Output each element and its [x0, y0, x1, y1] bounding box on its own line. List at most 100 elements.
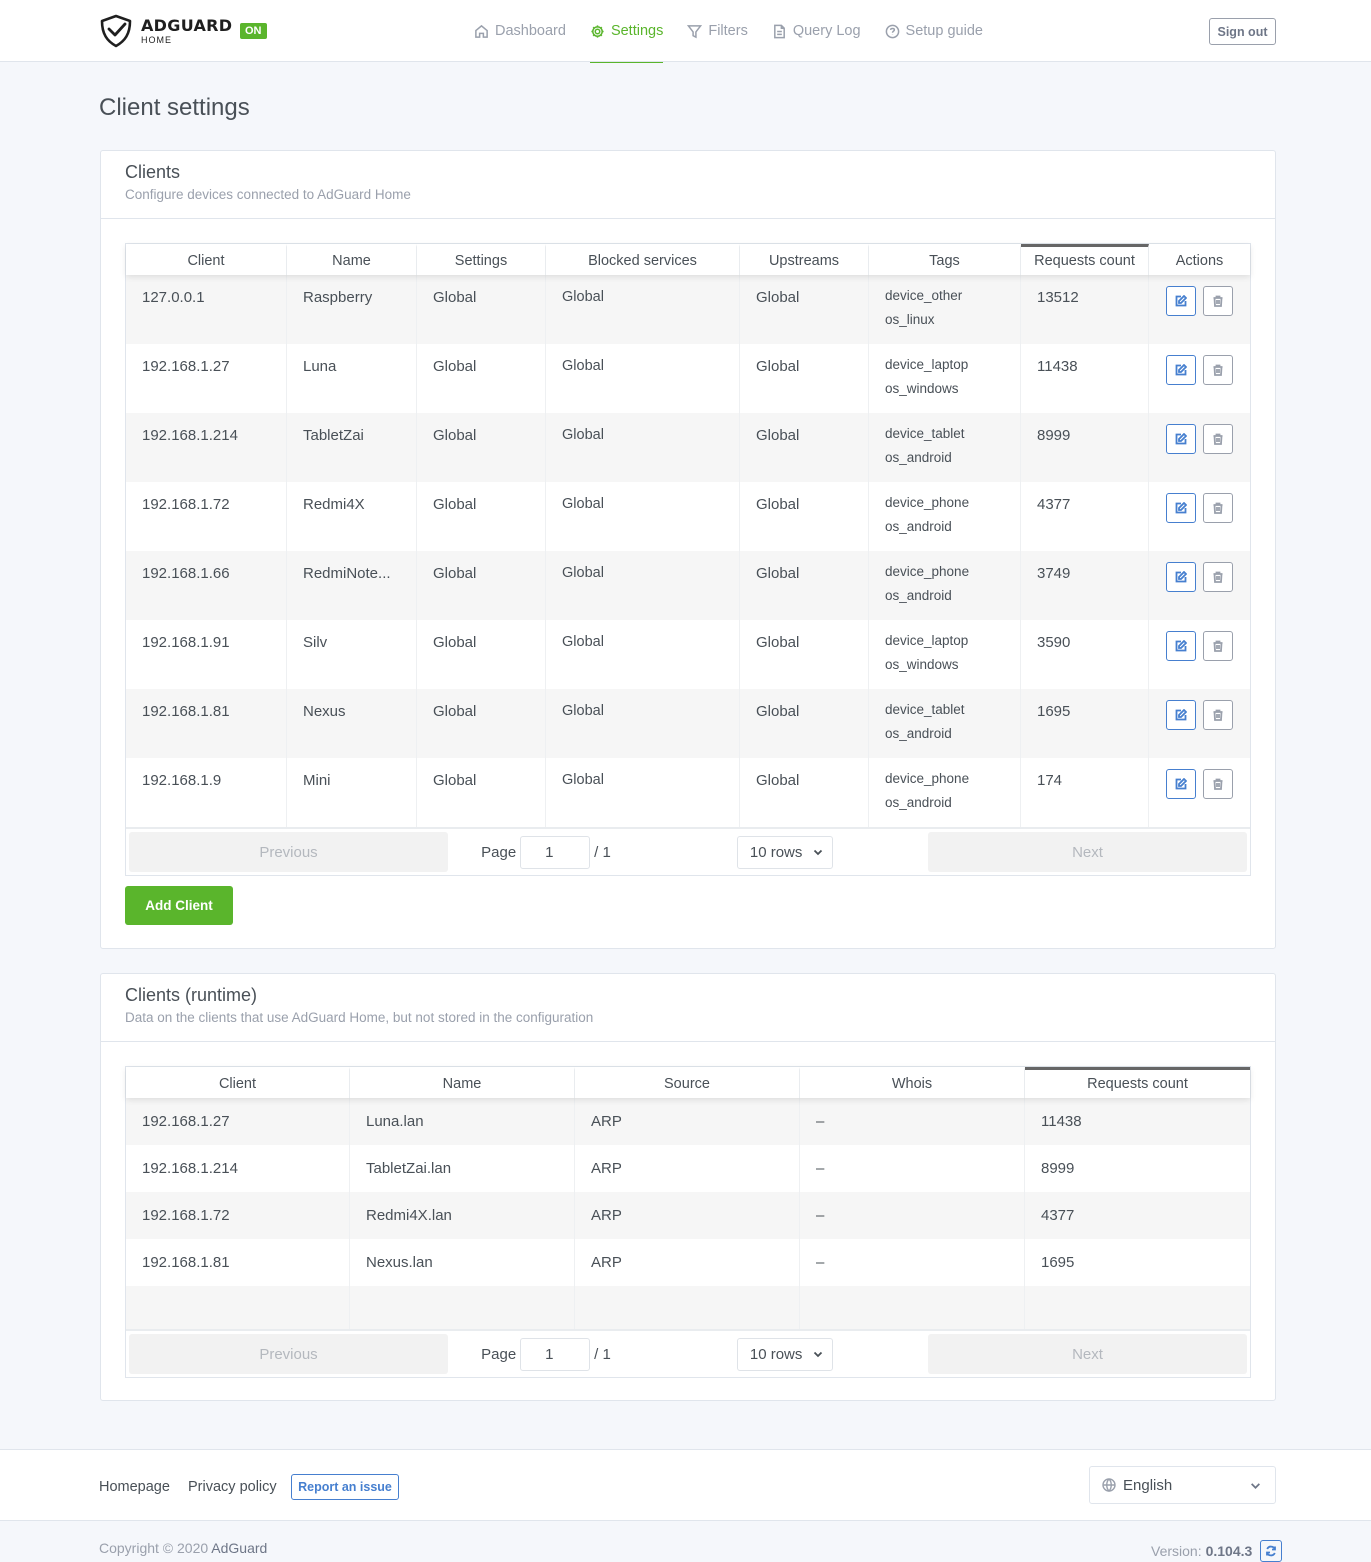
name-cell: TabletZai.lan [350, 1145, 575, 1192]
nav-query-log[interactable]: Query Log [772, 0, 861, 62]
tag: device_phone [885, 771, 970, 786]
edit-client-button[interactable] [1166, 424, 1196, 454]
edit-client-button[interactable] [1166, 631, 1196, 661]
delete-client-button[interactable] [1203, 562, 1233, 592]
column-header-source[interactable]: Source [575, 1067, 800, 1098]
delete-client-button[interactable] [1203, 286, 1233, 316]
tags-cell: device_phone os_android [869, 758, 1021, 827]
rows-per-page-select[interactable]: 10 rows [736, 1337, 833, 1371]
copyright-prefix: Copyright © 2020 [99, 1540, 209, 1556]
name-cell: Redmi4X.lan [350, 1192, 575, 1239]
chevron-down-icon [813, 849, 822, 856]
client-cell: 192.168.1.214 [126, 413, 287, 482]
trash-icon [1213, 709, 1223, 721]
name-cell: Luna.lan [350, 1098, 575, 1145]
edit-client-button[interactable] [1166, 562, 1196, 592]
column-header-requests-count[interactable]: Requests count [1021, 244, 1149, 275]
globe-icon [1102, 1478, 1116, 1492]
previous-page-button[interactable]: Previous [129, 1334, 448, 1374]
version-number: 0.104.3 [1205, 1543, 1253, 1559]
table-body: 127.0.0.1 Raspberry Global Global Global devi… [126, 275, 1250, 827]
settings-cell: Global [417, 413, 546, 482]
edit-icon [1175, 364, 1187, 376]
language-select[interactable]: English [1089, 1466, 1276, 1504]
nav-settings[interactable]: Settings [589, 0, 664, 63]
delete-client-button[interactable] [1203, 769, 1233, 799]
column-header-tags[interactable]: Tags [869, 244, 1021, 275]
requests-count-cell: 11438 [1021, 344, 1149, 413]
column-header-settings[interactable]: Settings [417, 244, 546, 275]
edit-client-button[interactable] [1166, 286, 1196, 316]
trash-icon [1213, 571, 1223, 583]
brand-logo[interactable]: ADGUARD HOME [99, 14, 232, 48]
edit-client-button[interactable] [1166, 493, 1196, 523]
language-value: English [1123, 1476, 1173, 1494]
page-number-input[interactable]: 1 [520, 835, 591, 869]
delete-client-button[interactable] [1203, 424, 1233, 454]
name-cell: TabletZai [287, 413, 417, 482]
edit-client-button[interactable] [1166, 355, 1196, 385]
delete-client-button[interactable] [1203, 355, 1233, 385]
tags-cell: device_tablet os_android [869, 689, 1021, 758]
tag: os_android [885, 450, 952, 465]
sign-out-button[interactable]: Sign out [1209, 18, 1276, 45]
column-header-client[interactable]: Client [126, 244, 287, 275]
privacy-policy-link[interactable]: Privacy policy [188, 1479, 277, 1495]
nav-dashboard[interactable]: Dashboard [474, 0, 566, 62]
actions-cell [1149, 413, 1250, 482]
client-cell: 192.168.1.91 [126, 620, 287, 689]
table-row: 192.168.1.66 RedmiNote... Global Global Glob… [126, 551, 1250, 620]
footer: Homepage Privacy policy Report an issue … [0, 1449, 1371, 1521]
delete-client-button[interactable] [1203, 700, 1233, 730]
blocked-services-cell: Global [546, 413, 740, 482]
next-page-button[interactable]: Next [928, 832, 1247, 872]
column-header-client[interactable]: Client [126, 1067, 350, 1098]
blocked-services-cell: Global [546, 344, 740, 413]
edit-icon [1175, 502, 1187, 514]
nav-setup-guide[interactable]: Setup guide [885, 0, 983, 62]
blocked-services-cell: Global [546, 620, 740, 689]
table-pagination: Previous Page 1 / 1 10 rows Next [126, 1329, 1250, 1377]
column-header-requests-count[interactable]: Requests count [1025, 1067, 1250, 1098]
column-header-upstreams[interactable]: Upstreams [740, 244, 869, 275]
column-header-name[interactable]: Name [287, 244, 417, 275]
edit-client-button[interactable] [1166, 700, 1196, 730]
report-issue-button[interactable]: Report an issue [291, 1474, 399, 1500]
column-header-whois[interactable]: Whois [800, 1067, 1025, 1098]
tag: device_phone [885, 495, 970, 510]
page-number-input[interactable]: 1 [520, 1337, 591, 1371]
card-subtitle: Configure devices connected to AdGuard H… [125, 187, 411, 202]
name-cell: Mini [287, 758, 417, 827]
tag: device_laptop [885, 633, 969, 648]
upstreams-cell: Global [740, 413, 869, 482]
refresh-icon [1266, 1545, 1277, 1557]
trash-icon [1213, 502, 1223, 514]
check-updates-button[interactable] [1260, 1540, 1283, 1562]
column-header-name[interactable]: Name [350, 1067, 575, 1098]
previous-page-button[interactable]: Previous [129, 832, 448, 872]
delete-client-button[interactable] [1203, 493, 1233, 523]
homepage-link[interactable]: Homepage [99, 1479, 170, 1495]
add-client-button[interactable]: Add Client [125, 886, 233, 925]
edit-client-button[interactable] [1166, 769, 1196, 799]
column-header-blocked-services[interactable]: Blocked services [546, 244, 740, 275]
nav-filters[interactable]: Filters [687, 0, 748, 62]
actions-cell [1149, 275, 1250, 344]
tag: device_laptop [885, 357, 969, 372]
name-cell: Silv [287, 620, 417, 689]
table-header: Client Name Settings Blocked services Up… [126, 244, 1250, 275]
blocked-services-cell: Global [546, 551, 740, 620]
client-cell: 192.168.1.66 [126, 551, 287, 620]
upstreams-cell: Global [740, 551, 869, 620]
source-cell: ARP [575, 1192, 800, 1239]
next-page-button[interactable]: Next [928, 1334, 1247, 1374]
client-cell: 192.168.1.72 [126, 482, 287, 551]
rows-per-page-select[interactable]: 10 rows [736, 835, 833, 869]
edit-icon [1175, 433, 1187, 445]
whois-cell: – [800, 1145, 1025, 1192]
delete-client-button[interactable] [1203, 631, 1233, 661]
upstreams-cell: Global [740, 689, 869, 758]
copyright-owner-link[interactable]: AdGuard [211, 1540, 267, 1556]
name-cell: Nexus.lan [350, 1239, 575, 1286]
upstreams-cell: Global [740, 482, 869, 551]
